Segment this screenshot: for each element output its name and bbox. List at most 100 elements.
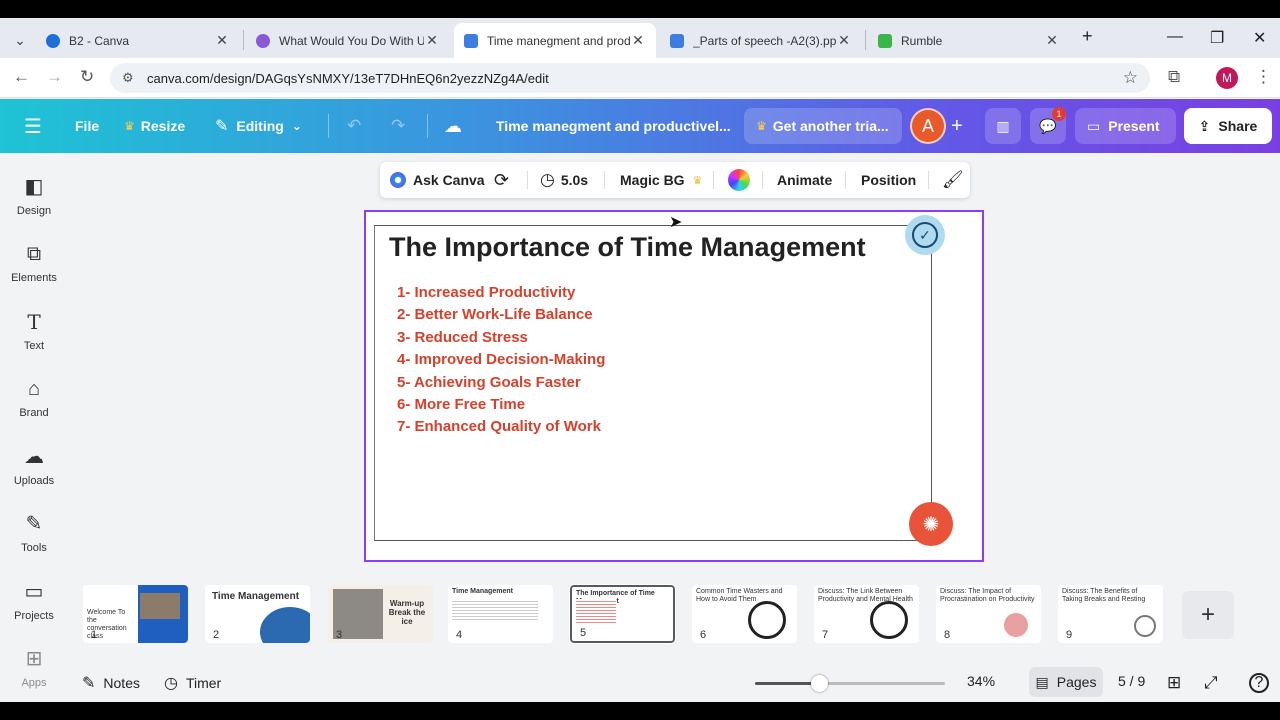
help-icon[interactable]: ?: [1249, 673, 1269, 693]
thumbnail-text: Warm-up Break the ice: [388, 599, 426, 626]
extensions-icon[interactable]: ⧉: [1168, 67, 1180, 87]
thumbnail-page-1[interactable]: Welcome To the conversation class 1: [83, 585, 188, 643]
magic-switch-icon[interactable]: ⟳: [494, 162, 509, 198]
tab-rumble[interactable]: Rumble ✕: [868, 23, 1070, 58]
present-icon: ▭: [1087, 117, 1101, 134]
file-menu[interactable]: File: [75, 99, 99, 153]
slide-frame: The Importance of Time Management 1- Inc…: [374, 225, 932, 541]
document-title[interactable]: Time manegment and productivel...: [496, 99, 731, 153]
present-button[interactable]: ▭ Present: [1075, 108, 1176, 144]
tab-search-button[interactable]: ⌄: [6, 23, 32, 58]
close-icon[interactable]: ✕: [630, 32, 646, 49]
thumbnail-text: Discuss: The Link Between Productivity a…: [818, 588, 913, 603]
clock-icon: ◷: [540, 170, 555, 189]
new-tab-button[interactable]: +: [1082, 26, 1093, 47]
forward-icon[interactable]: →: [46, 67, 63, 87]
tab-title: Time manegment and produ: [487, 33, 630, 48]
check-button[interactable]: ✓: [905, 215, 945, 255]
thumbnail-page-8[interactable]: Discuss: The Impact of Procrastination o…: [936, 585, 1041, 643]
browser-menu-icon[interactable]: ⋮: [1255, 67, 1272, 87]
sidebar-item-brand[interactable]: ⌂ Brand: [0, 375, 68, 419]
thumbnail-page-9[interactable]: Discuss: The Benefits of Taking Breaks a…: [1058, 585, 1163, 643]
tab-parts-of-speech[interactable]: _Parts of speech -A2(3).pptx ✕: [660, 23, 862, 58]
close-icon[interactable]: ✕: [214, 32, 230, 49]
sidebar-item-apps[interactable]: ⊞ Apps: [0, 645, 68, 689]
trial-button[interactable]: ♛ Get another tria...: [744, 108, 902, 144]
pencil-icon: ✎: [215, 118, 229, 135]
ask-canva-button[interactable]: Ask Canva: [390, 162, 485, 198]
chatgpt-icon: [256, 33, 270, 48]
color-picker-button[interactable]: [728, 162, 750, 198]
canva-assistant-button[interactable]: ✺: [909, 502, 953, 546]
thumbnail-page-2[interactable]: Time Management 2: [205, 585, 310, 643]
url-text[interactable]: canva.com/design/DAGqsYsNMXY/13eT7DHnEQ6…: [147, 71, 549, 86]
thumbnail-text: Discuss: The Benefits of Taking Breaks a…: [1062, 588, 1146, 603]
insights-button[interactable]: ▥: [985, 108, 1021, 144]
sidebar-item-uploads[interactable]: ☁ Uploads: [0, 443, 68, 487]
redo-icon[interactable]: ↷: [391, 99, 405, 153]
profile-avatar[interactable]: M: [1216, 67, 1238, 89]
thumbnail-text: Time Management: [212, 591, 300, 602]
notes-button[interactable]: ✎ Notes: [82, 673, 140, 693]
page-count: 5 / 9: [1118, 673, 1146, 689]
close-icon[interactable]: ✕: [1044, 32, 1060, 49]
add-collaborator-icon[interactable]: +: [951, 99, 963, 153]
tab-title: What Would You Do With U: [279, 33, 424, 48]
sidebar-item-label: Elements: [11, 272, 57, 284]
thumbnail-page-3[interactable]: Warm-up Break the ice 3: [328, 585, 433, 643]
add-page-button[interactable]: +: [1182, 591, 1234, 639]
sidebar-item-text[interactable]: T Text: [0, 308, 68, 352]
resize-button[interactable]: ♛ Resize: [124, 99, 185, 153]
hamburger-menu-icon[interactable]: ☰: [24, 99, 42, 153]
trial-label: Get another tria...: [772, 118, 889, 134]
pages-label: Pages: [1056, 674, 1097, 690]
url-bar[interactable]: ⚙ canva.com/design/DAGqsYsNMXY/13eT7DHnE…: [110, 63, 1150, 93]
tab-b2-canva[interactable]: B2 - Canva ✕: [36, 23, 240, 58]
close-icon[interactable]: ✕: [836, 32, 852, 49]
thumbnail-page-7[interactable]: Discuss: The Link Between Productivity a…: [814, 585, 919, 643]
bookmark-star-icon[interactable]: ☆: [1123, 68, 1138, 88]
slide-canvas[interactable]: The Importance of Time Management 1- Inc…: [364, 210, 984, 562]
thumbnail-page-5[interactable]: The Importance of Time Management 5: [569, 584, 676, 644]
magic-bg-button[interactable]: Magic BG ♛: [620, 162, 702, 198]
reload-icon[interactable]: ↻: [80, 67, 94, 87]
restore-button[interactable]: ❐: [1210, 28, 1224, 48]
sidebar-item-projects[interactable]: ▭ Projects: [0, 578, 68, 622]
share-button[interactable]: ⇪ Share: [1184, 108, 1272, 144]
fullscreen-icon[interactable]: ⤢: [1204, 673, 1218, 693]
sidebar-item-tools[interactable]: ✎ Tools: [0, 510, 68, 554]
editing-mode-button[interactable]: ✎ Editing ⌄: [215, 99, 302, 153]
close-icon[interactable]: ✕: [424, 32, 440, 49]
thumbnail-page-4[interactable]: Time Management 4: [448, 585, 553, 643]
slide-title[interactable]: The Importance of Time Management: [389, 232, 866, 263]
cloud-saved-icon[interactable]: ☁: [444, 99, 462, 153]
site-info-icon[interactable]: ⚙: [122, 70, 134, 86]
sidebar-item-design[interactable]: ◧ Design: [0, 173, 68, 217]
crown-icon: ♛: [124, 119, 135, 133]
user-avatar[interactable]: A: [910, 108, 946, 144]
slide-bullet-list[interactable]: 1- Increased Productivity 2- Better Work…: [397, 282, 605, 439]
list-item: 7- Enhanced Quality of Work: [397, 418, 601, 436]
zoom-slider-handle[interactable]: [810, 675, 828, 692]
minimize-button[interactable]: —: [1167, 28, 1183, 46]
tab-time-management[interactable]: Time manegment and produ ✕: [454, 23, 656, 58]
elements-icon: ⧉: [26, 243, 42, 265]
zoom-level[interactable]: 34%: [967, 673, 995, 689]
animate-button[interactable]: Animate: [777, 162, 832, 198]
back-icon[interactable]: ←: [13, 67, 30, 87]
duration-button[interactable]: ◷ 5.0s: [540, 162, 588, 198]
share-icon: ⇪: [1198, 117, 1211, 134]
tab-what-would-you-do[interactable]: What Would You Do With U ✕: [246, 23, 450, 58]
position-button[interactable]: Position: [861, 162, 916, 198]
thumbnail-page-6[interactable]: Common Time Wasters and How to Avoid The…: [692, 585, 797, 643]
magic-bg-label: Magic BG: [620, 172, 685, 188]
pages-button[interactable]: ▤ Pages: [1029, 667, 1103, 697]
zoom-slider[interactable]: [755, 675, 945, 692]
paint-roller-icon[interactable]: 🖌: [942, 162, 964, 198]
grid-view-icon[interactable]: ⊞: [1167, 673, 1181, 693]
page-thumbnails: Welcome To the conversation class 1 Time…: [70, 580, 1210, 650]
sidebar-item-elements[interactable]: ⧉ Elements: [0, 240, 68, 284]
timer-button[interactable]: ◷ Timer: [164, 673, 221, 693]
undo-icon[interactable]: ↶: [347, 99, 361, 153]
window-close-button[interactable]: ✕: [1253, 28, 1266, 48]
